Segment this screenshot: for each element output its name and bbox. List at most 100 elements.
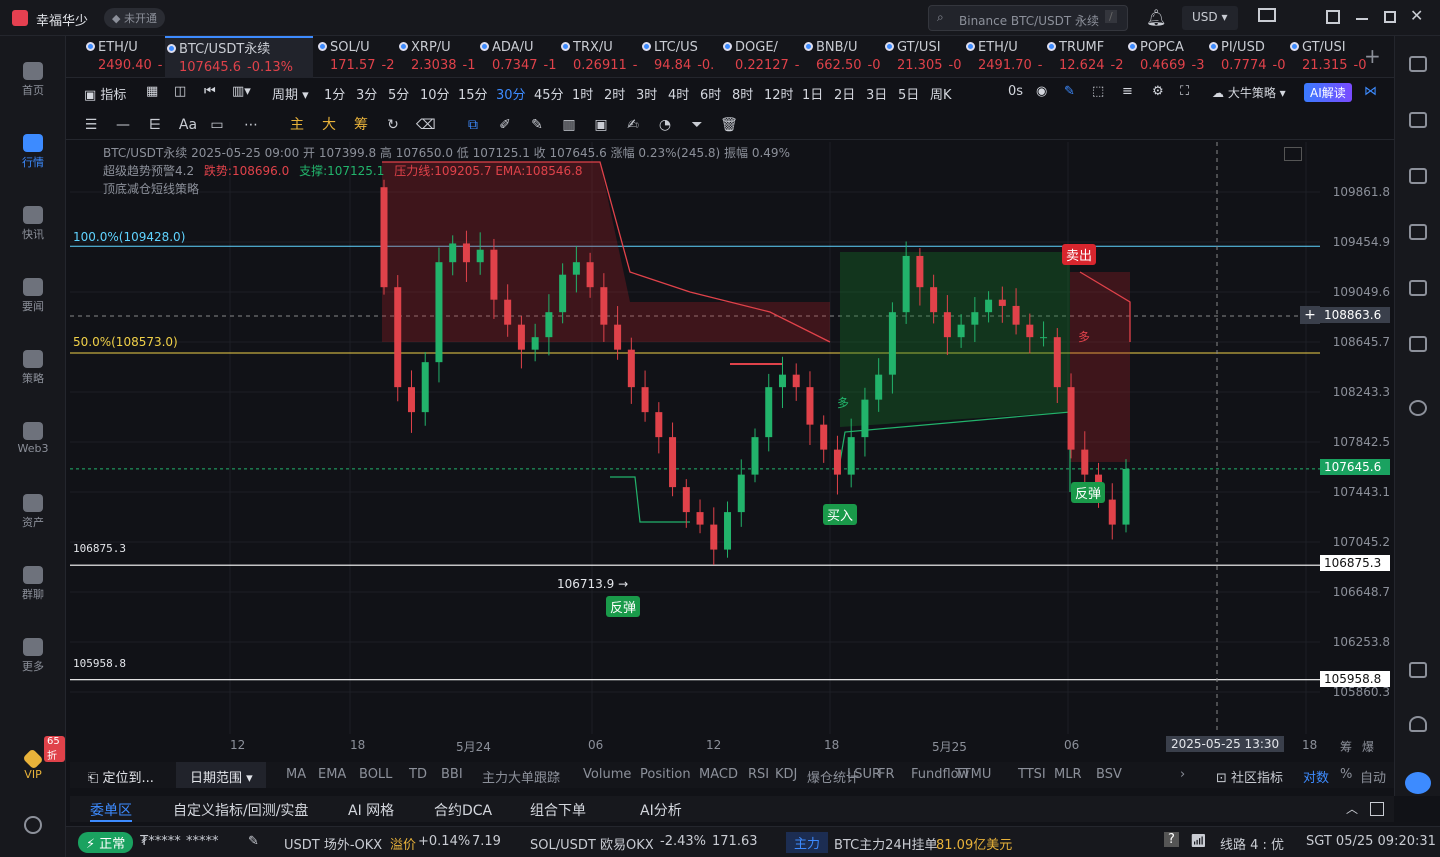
bottom-tab[interactable]: AI 网格 — [348, 800, 394, 820]
candle-type-icon[interactable]: ▥▾ — [232, 84, 251, 99]
sub-indicator[interactable]: MACD — [699, 767, 738, 782]
document-icon[interactable] — [1409, 112, 1427, 128]
sidebar-item-3[interactable]: 要闻 — [0, 278, 66, 314]
vip-button[interactable]: VIP — [0, 748, 66, 781]
sidebar-item-0[interactable]: 首页 — [0, 62, 66, 98]
interval-9[interactable]: 3时 — [636, 84, 657, 103]
symbol-tab[interactable]: ETH/U 2490.40- — [84, 36, 162, 78]
sub-indicator[interactable]: TTMU — [955, 767, 991, 782]
measure-icon[interactable]: ▭ — [208, 116, 226, 134]
sidebar-item-7[interactable]: 群聊 — [0, 566, 66, 602]
period-select[interactable]: 周期 ▾ — [272, 84, 309, 103]
more-icon[interactable]: ⋯ — [242, 116, 260, 134]
strategy-select[interactable]: ☁ 大牛策略 ▾ — [1212, 84, 1286, 101]
axis-option[interactable]: 爆 — [1362, 738, 1374, 755]
share-icon[interactable]: ⋈ — [1364, 84, 1377, 99]
currency-select[interactable]: USD ▾ — [1182, 6, 1238, 30]
calendar-icon[interactable]: ▦ — [146, 84, 158, 99]
main-chip[interactable]: 主 — [288, 116, 306, 134]
dollar-icon[interactable] — [1409, 168, 1427, 184]
symbol-tab[interactable]: DOGE/0.22127- — [721, 36, 799, 78]
assistant-icon[interactable] — [1405, 772, 1431, 794]
sub-indicator[interactable]: Volume — [583, 767, 631, 782]
chevron-right-icon[interactable]: › — [554, 767, 559, 782]
symbol-tab[interactable]: PI/USD 0.7774 -0 — [1207, 36, 1285, 78]
eraser-icon[interactable]: ⌫ — [416, 116, 436, 134]
chevron-right-icon[interactable]: › — [1180, 767, 1185, 782]
help-icon[interactable]: ? — [1164, 832, 1179, 847]
sidebar-item-1[interactable]: 行情 — [0, 134, 66, 170]
interval-1[interactable]: 3分 — [356, 84, 377, 103]
maximize-icon[interactable] — [1384, 11, 1396, 23]
minimize-icon[interactable] — [1356, 18, 1368, 20]
price-chart[interactable]: BTC/USDT永续 2025-05-25 09:00 开 107399.8 高… — [70, 142, 1392, 734]
interval-7[interactable]: 1时 — [572, 84, 593, 103]
horizontal-line-icon[interactable]: — — [114, 116, 132, 134]
bell-icon[interactable]: 🔔︎ — [1146, 8, 1166, 27]
auto-toggle[interactable]: 自动 — [1360, 767, 1386, 786]
symbol-tab[interactable]: SOL/U 171.57 -2 — [316, 36, 394, 78]
sub-indicator[interactable]: LSUR — [847, 767, 881, 782]
interval-6[interactable]: 45分 — [534, 84, 564, 103]
search-box[interactable]: ⌕ Binance BTC/USDT 永续 / — [928, 5, 1128, 31]
camera-icon[interactable]: ◉ — [1036, 84, 1047, 99]
big-chip[interactable]: 大 — [320, 116, 338, 134]
symbol-tab[interactable]: GT/USI 21.315 -0 — [1288, 36, 1366, 78]
pencil-icon[interactable]: ✐ — [496, 116, 514, 134]
symbol-tab[interactable]: TRUMF 12.624 -2 — [1045, 36, 1123, 78]
multi-line-icon[interactable]: ⋿ — [146, 116, 164, 134]
main-indicator[interactable]: 主力大单跟踪 — [482, 767, 560, 786]
text-icon[interactable]: Aa — [176, 116, 200, 134]
panel-icon[interactable] — [1409, 662, 1427, 678]
pen-icon[interactable]: ✎ — [1064, 84, 1075, 99]
main-indicator[interactable]: BOLL — [359, 767, 392, 782]
select-icon[interactable]: ⬚ — [1092, 84, 1104, 99]
main-indicator[interactable]: EMA — [318, 767, 346, 782]
sub-indicator[interactable]: MLR — [1054, 767, 1082, 782]
sidebar-item-2[interactable]: 快讯 — [0, 206, 66, 242]
main-indicator[interactable]: MA — [286, 767, 306, 782]
interval-2[interactable]: 5分 — [388, 84, 409, 103]
collapse-up-icon[interactable]: ︿ — [1346, 800, 1358, 817]
interval-10[interactable]: 4时 — [668, 84, 689, 103]
swap-icon[interactable] — [1409, 400, 1427, 416]
log-toggle[interactable]: 对数 — [1303, 767, 1329, 786]
rewind-icon[interactable]: ⏮ — [204, 84, 216, 99]
expand-icon[interactable] — [1370, 802, 1384, 816]
bottom-tab[interactable]: AI分析 — [640, 800, 682, 820]
interval-18[interactable]: 周K — [930, 84, 952, 103]
settings-icon[interactable] — [24, 816, 42, 834]
interval-16[interactable]: 3日 — [866, 84, 887, 103]
locate-button[interactable]: ⎗ 定位到... — [88, 767, 154, 786]
interval-17[interactable]: 5日 — [898, 84, 919, 103]
card-icon[interactable] — [1409, 336, 1427, 352]
note-icon[interactable]: ✍ — [624, 116, 642, 134]
filter-icon[interactable]: ⏷ — [688, 116, 706, 134]
refresh-icon[interactable]: ↻ — [384, 116, 402, 134]
symbol-tab[interactable]: ETH/U 2491.70- — [964, 36, 1042, 78]
symbol-tab[interactable]: GT/USI 21.305 -0 — [883, 36, 961, 78]
account-status-badge[interactable]: ◆ 未开通 — [104, 8, 165, 28]
monitor-icon[interactable] — [1409, 280, 1427, 296]
fullscreen-icon[interactable]: ⛶ — [1180, 84, 1189, 99]
sub-indicator[interactable]: RSI — [748, 767, 769, 782]
bottom-tab[interactable]: 合约DCA — [434, 800, 492, 820]
edit-icon[interactable]: ✎ — [248, 834, 259, 849]
interval-14[interactable]: 1日 — [802, 84, 823, 103]
collapse-icon[interactable] — [1284, 147, 1302, 161]
date-range-button[interactable]: 日期范围 ▾ — [176, 762, 266, 788]
user-name[interactable]: 幸福华少 — [36, 10, 88, 29]
percent-toggle[interactable]: % — [1340, 767, 1352, 782]
axis-option[interactable]: 筹 — [1340, 738, 1352, 755]
brush-icon[interactable]: ✎ — [528, 116, 546, 134]
indicator-button[interactable]: ▣ 指标 — [84, 84, 126, 103]
interval-4[interactable]: 15分 — [458, 84, 488, 103]
copy-icon[interactable]: ⧉ — [464, 116, 482, 134]
sub-indicator[interactable]: KDJ — [775, 767, 797, 782]
interval-15[interactable]: 2日 — [834, 84, 855, 103]
trash-icon[interactable]: 🗑︎ — [720, 116, 738, 134]
lock-icon[interactable]: ▣ — [592, 116, 610, 134]
symbol-tab[interactable]: ADA/U 0.7347 -1 — [478, 36, 556, 78]
main-indicator[interactable]: TD — [409, 767, 427, 782]
add-tab-icon[interactable]: + — [1364, 44, 1381, 68]
